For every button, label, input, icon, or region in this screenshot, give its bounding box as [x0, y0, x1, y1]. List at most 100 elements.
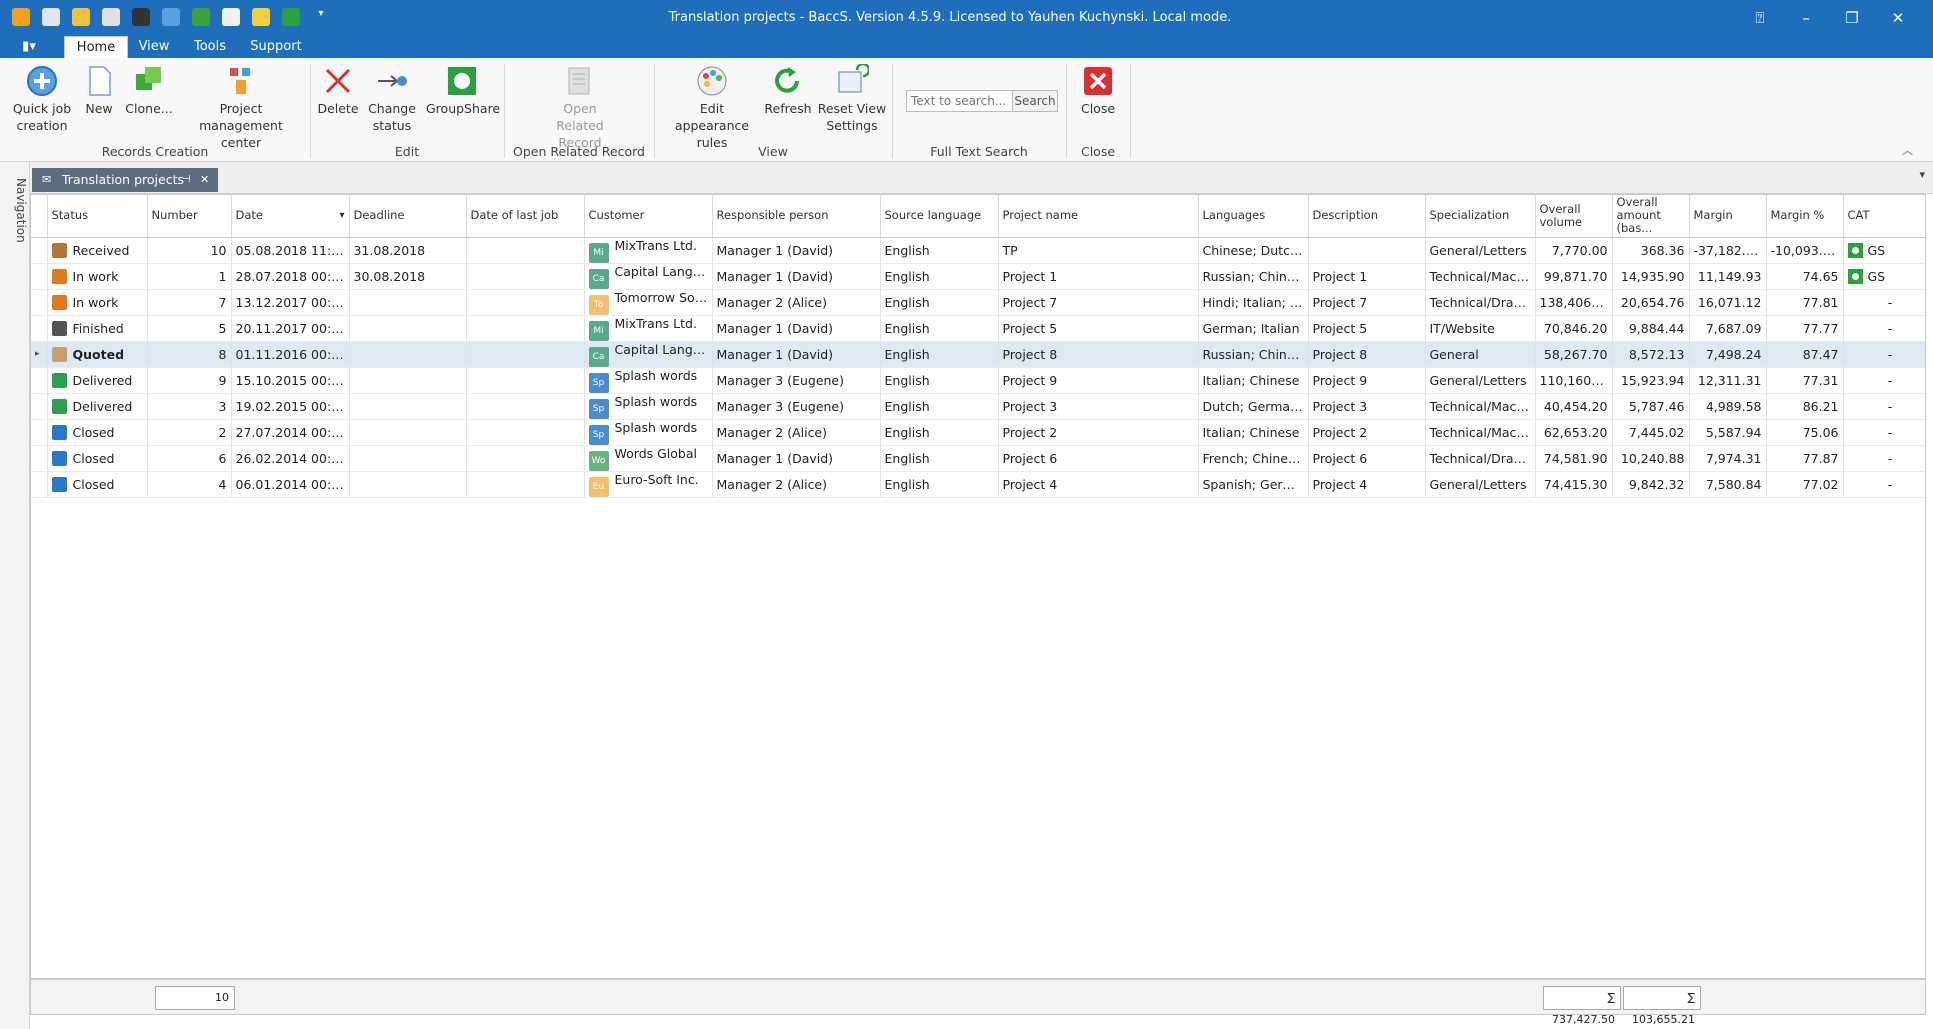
- margin-percent-cell[interactable]: 74.65: [1766, 263, 1844, 290]
- close-button[interactable]: Close: [1076, 64, 1120, 117]
- overall-volume-cell[interactable]: 7,770.00: [1535, 237, 1613, 264]
- cat-cell[interactable]: -: [1843, 289, 1925, 316]
- status-cell[interactable]: In work: [47, 263, 148, 290]
- tab-home[interactable]: Home: [64, 36, 128, 58]
- responsible-person-cell[interactable]: Manager 2 (Alice): [712, 419, 881, 446]
- source-language-cell[interactable]: English: [880, 445, 999, 472]
- languages-cell[interactable]: French; Chinese;...: [1198, 445, 1309, 472]
- close-window-button[interactable]: ✕: [1878, 6, 1918, 30]
- column-header-date[interactable]: Date ▾: [231, 195, 350, 238]
- deadline-cell[interactable]: [349, 471, 467, 498]
- row-indicator[interactable]: [31, 367, 48, 394]
- status-cell[interactable]: Finished: [47, 315, 148, 342]
- overall-amount-cell[interactable]: 9,842.32: [1612, 471, 1690, 498]
- overall-volume-cell[interactable]: 74,415.30: [1535, 471, 1613, 498]
- row-indicator[interactable]: ▸: [31, 341, 48, 368]
- project-name-cell[interactable]: TP: [998, 237, 1199, 264]
- deadline-cell[interactable]: [349, 419, 467, 446]
- cat-cell[interactable]: GS: [1843, 263, 1925, 290]
- reset-view-settings-button[interactable]: Reset View Settings: [816, 64, 888, 134]
- date-cell[interactable]: 19.02.2015 00:00: [231, 393, 350, 420]
- change-status-button[interactable]: Change status: [364, 64, 420, 134]
- margin-cell[interactable]: 7,580.84: [1689, 471, 1767, 498]
- responsible-person-cell[interactable]: Manager 1 (David): [712, 445, 881, 472]
- project-name-cell[interactable]: Project 5: [998, 315, 1199, 342]
- column-header-languages[interactable]: Languages: [1198, 195, 1309, 238]
- source-language-cell[interactable]: English: [880, 237, 999, 264]
- table-row[interactable]: Finished 5 20.11.2017 00:00 Mi MixTrans Ltd.…: [31, 315, 1925, 342]
- number-cell[interactable]: 8: [147, 341, 232, 368]
- cat-cell[interactable]: -: [1843, 367, 1925, 394]
- languages-cell[interactable]: Russian; Chinese...: [1198, 341, 1309, 368]
- number-cell[interactable]: 2: [147, 419, 232, 446]
- tab-list-dropdown[interactable]: ▾: [1919, 168, 1925, 181]
- overall-amount-cell[interactable]: 5,787.46: [1612, 393, 1690, 420]
- column-header-margin[interactable]: Margin: [1689, 195, 1767, 238]
- last-job-cell[interactable]: [466, 367, 585, 394]
- source-language-cell[interactable]: English: [880, 289, 999, 316]
- source-language-cell[interactable]: English: [880, 471, 999, 498]
- row-indicator[interactable]: [31, 315, 48, 342]
- customer-cell[interactable]: Sp Splash words: [584, 419, 713, 446]
- margin-percent-cell[interactable]: 75.06: [1766, 419, 1844, 446]
- date-cell[interactable]: 15.10.2015 00:00: [231, 367, 350, 394]
- delete-button[interactable]: Delete: [316, 64, 360, 117]
- cat-cell[interactable]: -: [1843, 393, 1925, 420]
- table-row[interactable]: Closed 6 26.02.2014 00:00 Wo Words Global Man…: [31, 445, 1925, 472]
- deadline-cell[interactable]: [349, 393, 467, 420]
- column-header-responsible-person[interactable]: Responsible person: [712, 195, 881, 238]
- specialization-cell[interactable]: Technical/Drawi...: [1425, 445, 1536, 472]
- project-name-cell[interactable]: Project 6: [998, 445, 1199, 472]
- refresh-icon[interactable]: [282, 8, 300, 26]
- table-row[interactable]: Closed 2 27.07.2014 00:00 Sp Splash words Man…: [31, 419, 1925, 446]
- row-indicator[interactable]: [31, 393, 48, 420]
- row-indicator[interactable]: [31, 471, 48, 498]
- status-cell[interactable]: Delivered: [47, 367, 148, 394]
- table-row[interactable]: Received 10 05.08.2018 11:48 31.08.2018 Mi Mi…: [31, 237, 1925, 264]
- date-cell[interactable]: 28.07.2018 00:00: [231, 263, 350, 290]
- date-cell[interactable]: 26.02.2014 00:00: [231, 445, 350, 472]
- source-language-cell[interactable]: English: [880, 419, 999, 446]
- description-cell[interactable]: Project 2: [1308, 419, 1426, 446]
- languages-cell[interactable]: Dutch; German; ...: [1198, 393, 1309, 420]
- overall-amount-cell[interactable]: 9,884.44: [1612, 315, 1690, 342]
- margin-cell[interactable]: 7,498.24: [1689, 341, 1767, 368]
- customer-cell[interactable]: Eu Euro-Soft Inc.: [584, 471, 713, 498]
- last-job-cell[interactable]: [466, 445, 585, 472]
- status-cell[interactable]: Closed: [47, 445, 148, 472]
- column-header-cat[interactable]: CAT: [1843, 195, 1925, 238]
- deadline-cell[interactable]: [349, 315, 467, 342]
- margin-cell[interactable]: 16,071.12: [1689, 289, 1767, 316]
- margin-cell[interactable]: -37,182.23: [1689, 237, 1767, 264]
- margin-percent-cell[interactable]: 77.02: [1766, 471, 1844, 498]
- last-job-cell[interactable]: [466, 289, 585, 316]
- overall-amount-cell[interactable]: 8,572.13: [1612, 341, 1690, 368]
- column-header-deadline[interactable]: Deadline: [349, 195, 467, 238]
- deadline-cell[interactable]: [349, 367, 467, 394]
- margin-cell[interactable]: 7,974.31: [1689, 445, 1767, 472]
- date-cell[interactable]: 27.07.2014 00:00: [231, 419, 350, 446]
- help-icon[interactable]: ⍰: [1740, 6, 1780, 30]
- source-language-cell[interactable]: English: [880, 393, 999, 420]
- margin-percent-cell[interactable]: 77.87: [1766, 445, 1844, 472]
- sun-icon[interactable]: [252, 8, 270, 26]
- status-cell[interactable]: Delivered: [47, 393, 148, 420]
- specialization-cell[interactable]: Technical/Drawi...: [1425, 289, 1536, 316]
- customize-arrow-icon[interactable]: ▾: [312, 8, 330, 26]
- number-cell[interactable]: 6: [147, 445, 232, 472]
- responsible-person-cell[interactable]: Manager 3 (Eugene): [712, 393, 881, 420]
- overall-volume-cell[interactable]: 62,653.20: [1535, 419, 1613, 446]
- date-cell[interactable]: 20.11.2017 00:00: [231, 315, 350, 342]
- specialization-cell[interactable]: Technical/Machi...: [1425, 393, 1536, 420]
- overall-amount-cell[interactable]: 15,923.94: [1612, 367, 1690, 394]
- languages-cell[interactable]: Italian; Chinese: [1198, 367, 1309, 394]
- note-icon[interactable]: [222, 8, 240, 26]
- customer-cell[interactable]: Sp Splash words: [584, 393, 713, 420]
- deadline-cell[interactable]: 31.08.2018: [349, 237, 467, 264]
- quick-job-creation-button[interactable]: Quick job creation: [8, 64, 76, 134]
- responsible-person-cell[interactable]: Manager 3 (Eugene): [712, 367, 881, 394]
- last-job-cell[interactable]: [466, 471, 585, 498]
- number-cell[interactable]: 10: [147, 237, 232, 264]
- number-cell[interactable]: 9: [147, 367, 232, 394]
- tab-view[interactable]: View: [132, 36, 176, 58]
